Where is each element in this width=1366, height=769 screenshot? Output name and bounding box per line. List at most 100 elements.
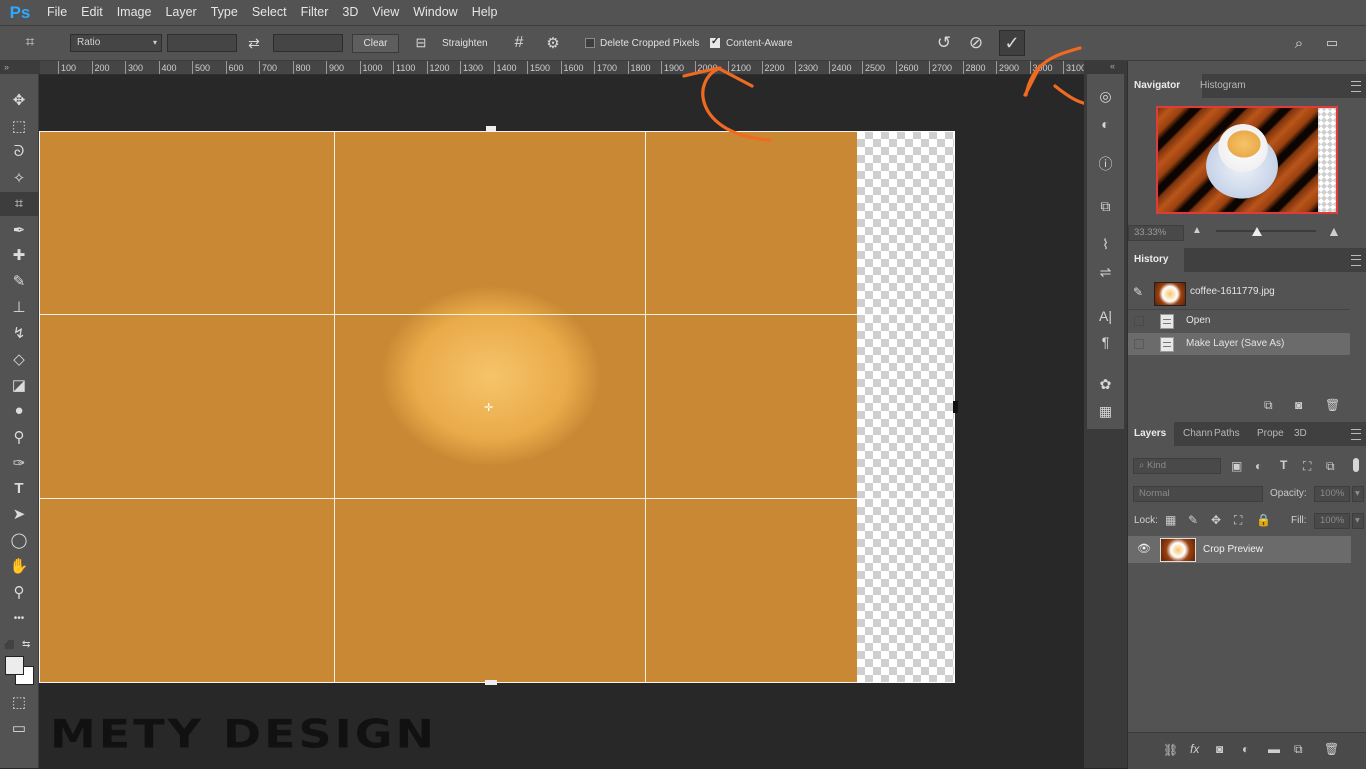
- filter-toggle[interactable]: [1353, 458, 1359, 472]
- adjustment-layer-icon[interactable]: ◐: [1242, 742, 1249, 756]
- tab-properties[interactable]: Prope: [1251, 422, 1290, 446]
- brush-icon[interactable]: ✎: [0, 269, 38, 293]
- width-field[interactable]: [167, 34, 237, 52]
- healing-icon[interactable]: ✚: [0, 243, 38, 267]
- tab-history[interactable]: History: [1128, 248, 1184, 272]
- stamp-icon[interactable]: ⊥: [0, 295, 38, 319]
- workspace-icon[interactable]: ▭: [1320, 32, 1344, 54]
- overlay-grid-icon[interactable]: #: [508, 32, 530, 54]
- menu-select[interactable]: Select: [245, 0, 294, 25]
- panel-menu-icon[interactable]: [1351, 81, 1361, 92]
- crop-tool-preset-icon[interactable]: ⌗: [16, 32, 44, 54]
- trash-icon[interactable]: 🗑: [1324, 742, 1339, 756]
- straighten-icon[interactable]: ⊟: [410, 34, 432, 52]
- eyedropper-icon[interactable]: ✒: [0, 218, 38, 242]
- lock-move-icon[interactable]: ✥: [1211, 513, 1221, 527]
- swap-icon[interactable]: ⇄: [243, 34, 265, 52]
- menu-window[interactable]: Window: [406, 0, 464, 25]
- history-state-open[interactable]: Open: [1128, 310, 1350, 332]
- filter-smart-object-icon[interactable]: ⧉: [1326, 459, 1335, 474]
- dodge-icon[interactable]: ⚲: [0, 425, 38, 449]
- eye-icon[interactable]: 👁: [1137, 542, 1151, 555]
- history-state-make-layer[interactable]: Make Layer (Save As): [1128, 333, 1350, 355]
- zoom-field[interactable]: 33.33%: [1128, 225, 1184, 241]
- info-icon[interactable]: ⓘ: [1087, 152, 1124, 176]
- trash-icon[interactable]: 🗑: [1325, 398, 1340, 412]
- menu-filter[interactable]: Filter: [294, 0, 336, 25]
- lock-all-icon[interactable]: 🔒: [1256, 513, 1271, 527]
- panel-menu-icon[interactable]: [1351, 255, 1361, 266]
- menu-edit[interactable]: Edit: [74, 0, 110, 25]
- layer-row-crop-preview[interactable]: 👁 Crop Preview: [1128, 536, 1351, 563]
- filter-shape-icon[interactable]: ⛶: [1303, 459, 1311, 474]
- lock-paint-icon[interactable]: ✎: [1188, 513, 1198, 527]
- menu-file[interactable]: File: [40, 0, 74, 25]
- default-colors-icon[interactable]: ⬛: [4, 640, 15, 651]
- tab-paths[interactable]: Paths: [1208, 422, 1246, 446]
- crop-handle-right[interactable]: [953, 401, 958, 413]
- quick-mask-icon[interactable]: ⬚: [0, 690, 38, 714]
- crop-handle-bottom[interactable]: [485, 680, 497, 685]
- opacity-field[interactable]: 100%: [1314, 486, 1350, 502]
- adjustments-icon[interactable]: ◐: [1087, 112, 1124, 136]
- menu-3d[interactable]: 3D: [335, 0, 365, 25]
- more-icon[interactable]: •••: [0, 606, 38, 630]
- crop-icon[interactable]: ⌗: [0, 191, 38, 216]
- tab-navigator[interactable]: Navigator: [1128, 74, 1202, 98]
- collapse-icon[interactable]: »: [4, 62, 9, 72]
- clear-button[interactable]: Clear: [352, 34, 399, 53]
- swatches-icon[interactable]: ◎: [1087, 84, 1124, 108]
- screen-mode-icon[interactable]: ▭: [0, 716, 38, 740]
- filter-type-icon[interactable]: T: [1280, 458, 1287, 472]
- gear-icon[interactable]: ⚙: [542, 32, 564, 54]
- delete-cropped-checkbox[interactable]: [585, 38, 595, 48]
- zoom-icon[interactable]: ⚲: [0, 580, 38, 604]
- type-icon[interactable]: T: [0, 477, 38, 501]
- paragraph-icon[interactable]: ¶: [1087, 330, 1124, 354]
- layer-mask-icon[interactable]: ◙: [1216, 742, 1223, 756]
- blur-icon[interactable]: ●: [0, 399, 38, 423]
- filter-pixel-icon[interactable]: ▣: [1231, 459, 1242, 473]
- character-icon[interactable]: A|: [1087, 304, 1124, 328]
- quick-select-icon[interactable]: ✧: [0, 166, 38, 190]
- menu-help[interactable]: Help: [465, 0, 505, 25]
- menu-image[interactable]: Image: [110, 0, 159, 25]
- link-layers-icon[interactable]: ⛓: [1163, 743, 1178, 757]
- menu-view[interactable]: View: [365, 0, 406, 25]
- chevron-down-icon[interactable]: ▾: [1352, 513, 1364, 529]
- clone-source-icon[interactable]: ⧉: [1087, 194, 1124, 218]
- layer-name[interactable]: Crop Preview: [1203, 544, 1263, 555]
- lock-transparent-icon[interactable]: ▦: [1165, 513, 1176, 527]
- ratio-select[interactable]: Ratio ▾: [70, 34, 162, 52]
- tab-layers[interactable]: Layers: [1128, 422, 1174, 446]
- zoom-out-icon[interactable]: ▲: [1192, 225, 1202, 236]
- search-icon[interactable]: ⌕: [1287, 32, 1311, 54]
- filter-adjustment-icon[interactable]: ◐: [1255, 459, 1262, 473]
- crop-box[interactable]: [39, 131, 955, 683]
- height-field[interactable]: [273, 34, 343, 52]
- pen-icon[interactable]: ✑: [0, 451, 38, 475]
- history-brush-icon[interactable]: ↯: [0, 321, 38, 345]
- brushes-icon[interactable]: ⌇: [1087, 232, 1124, 256]
- crop-handle-top[interactable]: [486, 126, 496, 131]
- menu-layer[interactable]: Layer: [158, 0, 203, 25]
- layer-filter-select[interactable]: ⌕ Kind: [1133, 458, 1221, 474]
- new-layer-icon[interactable]: ⧉: [1294, 742, 1303, 757]
- new-document-from-state-icon[interactable]: ⧉: [1264, 398, 1273, 413]
- eraser-icon[interactable]: ◇: [0, 347, 38, 371]
- history-snapshot[interactable]: ✎ coffee-1611779.jpg: [1128, 278, 1350, 308]
- lasso-icon[interactable]: ᘐ: [0, 140, 38, 164]
- document-canvas[interactable]: ✛ METY DESIGN: [39, 75, 1084, 768]
- zoom-slider[interactable]: [1216, 230, 1316, 232]
- blend-mode-select[interactable]: Normal: [1133, 486, 1263, 502]
- zoom-slider-thumb[interactable]: [1252, 227, 1262, 236]
- fx-icon[interactable]: fx: [1190, 742, 1199, 756]
- hand-icon[interactable]: ✋: [0, 554, 38, 578]
- zoom-in-icon[interactable]: ▲: [1327, 223, 1341, 239]
- marquee-icon[interactable]: ⬚: [0, 114, 38, 138]
- menu-type[interactable]: Type: [204, 0, 245, 25]
- history-source-checkbox[interactable]: [1134, 339, 1144, 349]
- move-icon[interactable]: ✥: [0, 88, 38, 112]
- tab-3d[interactable]: 3D: [1288, 422, 1313, 446]
- grid-panel-icon[interactable]: ▦: [1087, 399, 1124, 423]
